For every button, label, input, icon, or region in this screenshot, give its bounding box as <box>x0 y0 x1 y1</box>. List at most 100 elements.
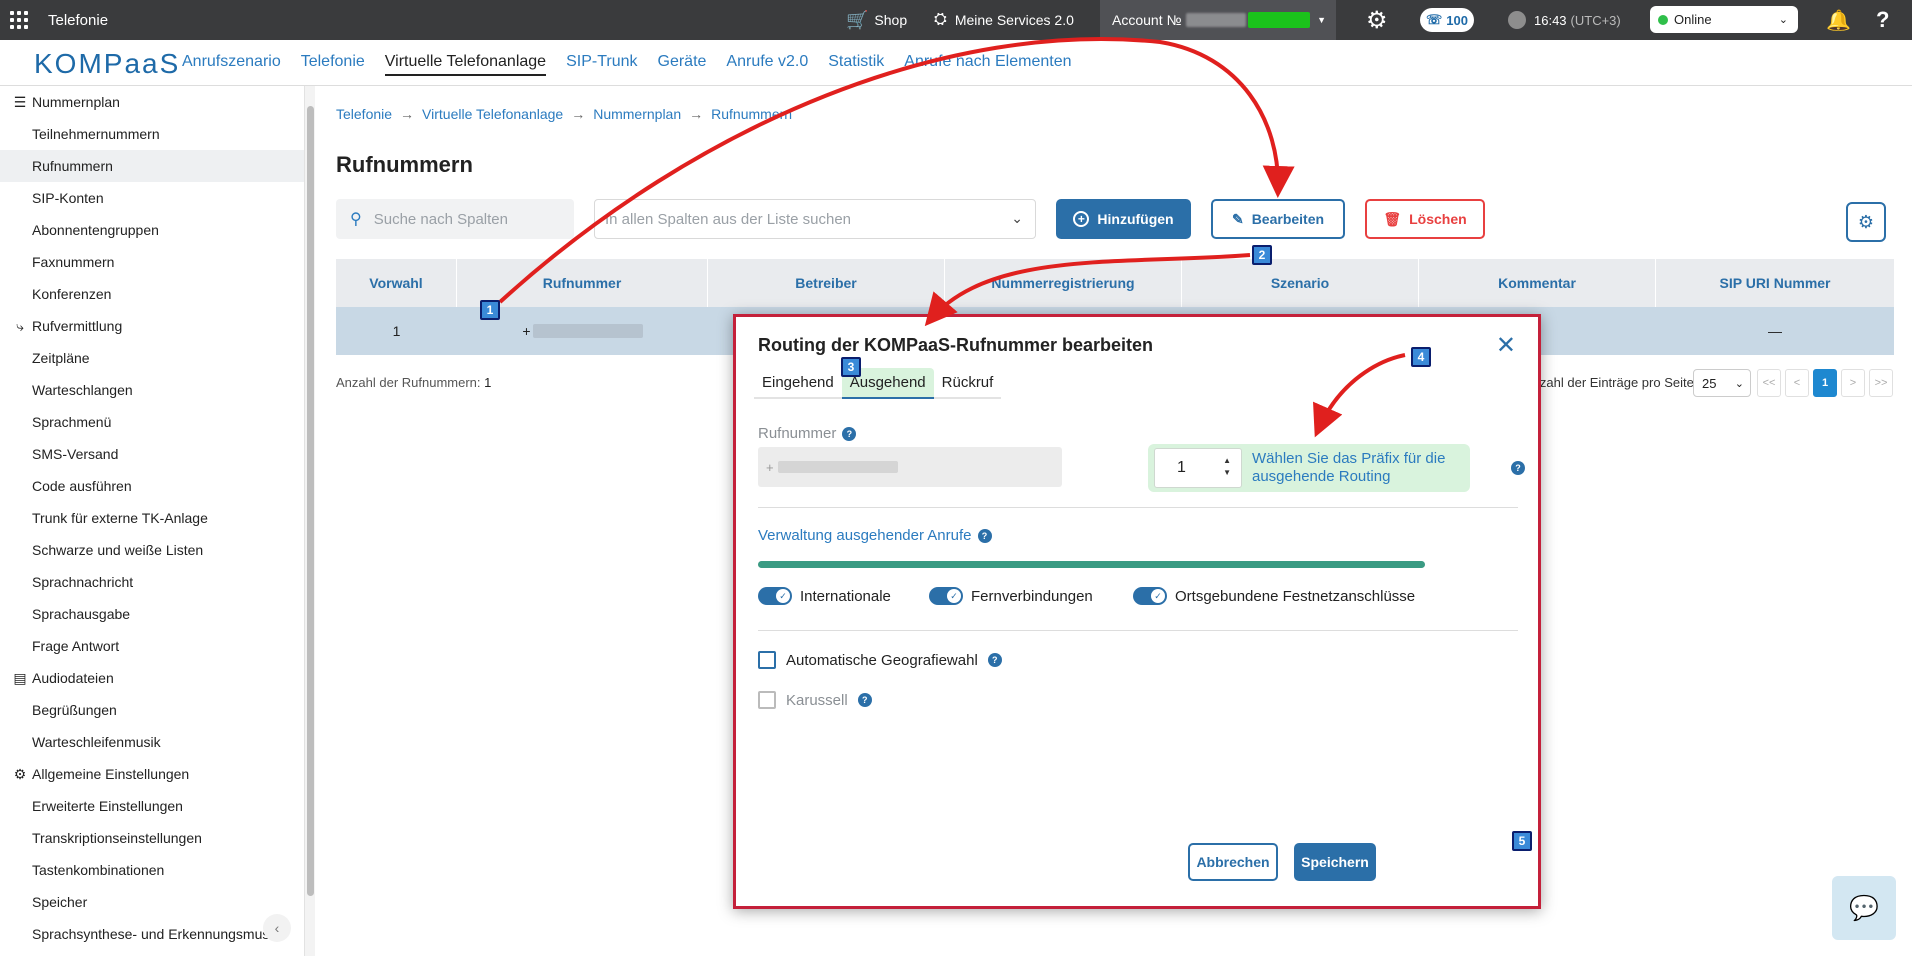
chat-support-icon[interactable]: 💬 <box>1832 876 1896 940</box>
sidebar-item-code-ausfuehren[interactable]: Code ausführen <box>0 470 304 502</box>
col-vorwahl[interactable]: Vorwahl <box>336 259 457 307</box>
nav-anrufe-v2[interactable]: Anrufe v2.0 <box>726 53 808 76</box>
per-page-select[interactable]: 25 ⌄ <box>1693 369 1751 397</box>
annotation-marker-1: 1 <box>480 300 500 320</box>
help-icon[interactable]: ? <box>977 528 992 543</box>
services-link[interactable]: ⛭ Meine Services 2.0 <box>934 0 1074 40</box>
stepper-arrows-icon[interactable]: ▲ ▼ <box>1223 455 1231 479</box>
checkbox[interactable] <box>758 651 776 669</box>
sidebar-item-teilnehmernummern[interactable]: Teilnehmernummern <box>0 118 304 150</box>
toggle-fernverbindungen[interactable]: Fernverbindungen <box>929 587 1093 605</box>
shop-link[interactable]: 🛒 Shop <box>846 0 907 40</box>
page-current[interactable]: 1 <box>1813 369 1837 397</box>
toggle-switch[interactable] <box>1133 587 1167 605</box>
check-karussell[interactable]: Karussell ? <box>758 691 872 709</box>
help-icon[interactable]: ? <box>987 653 1002 667</box>
trash-icon: 🗑 <box>1383 210 1402 227</box>
search-columns-input[interactable]: ⚲ Suche nach Spalten <box>336 199 574 239</box>
cancel-button[interactable]: Abbrechen <box>1188 843 1278 881</box>
help-icon[interactable]: ? <box>1511 461 1525 475</box>
toggle-switch[interactable] <box>929 587 963 605</box>
prefix-hint: Wählen Sie das Präfix für die ausgehende… <box>1252 450 1446 485</box>
toggle-internationale[interactable]: Internationale <box>758 587 891 605</box>
sidebar-item-sms-versand[interactable]: SMS-Versand <box>0 438 304 470</box>
page-prev[interactable]: < <box>1785 369 1809 397</box>
toggle-ortsgebunden[interactable]: Ortsgebundene Festnetzanschlüsse <box>1133 587 1415 605</box>
calls-badge[interactable]: ☏ 100 <box>1420 8 1474 32</box>
sidebar-item-listen[interactable]: Schwarze und weiße Listen <box>0 534 304 566</box>
nav-anrufe-nach-elementen[interactable]: Anrufe nach Elementen <box>904 53 1071 76</box>
table-settings-gear-icon[interactable]: ⚙ <box>1846 202 1886 242</box>
sidebar-section-allgemeine-einstellungen[interactable]: ⚙ Allgemeine Einstellungen <box>0 758 304 790</box>
tab-eingehend[interactable]: Eingehend <box>754 368 842 397</box>
help-icon[interactable]: ? <box>857 693 872 707</box>
sidebar-item-frage-antwort[interactable]: Frage Antwort <box>0 630 304 662</box>
sidebar-item-sprachsynthese[interactable]: Sprachsynthese- und Erkennungsmus <box>0 918 304 950</box>
phone-icon: ☏ <box>1426 12 1443 27</box>
add-button[interactable]: + Hinzufügen <box>1056 199 1191 239</box>
settings-gear-icon[interactable]: ⚙ <box>1366 0 1388 40</box>
sidebar-item-trunk[interactable]: Trunk für externe TK-Anlage <box>0 502 304 534</box>
page-next[interactable]: > <box>1841 369 1865 397</box>
tab-rueckruf[interactable]: Rückruf <box>934 368 1002 397</box>
chevron-down-icon: ⌄ <box>1734 377 1744 390</box>
nav-geraete[interactable]: Geräte <box>658 53 707 76</box>
edit-button[interactable]: ✎ Bearbeiten <box>1211 199 1345 239</box>
check-geografiewahl[interactable]: Automatische Geografiewahl ? <box>758 651 1002 669</box>
col-betreiber[interactable]: Betreiber <box>708 259 945 307</box>
sidebar-item-zeitplaene[interactable]: Zeitpläne <box>0 342 304 374</box>
sidebar-item-warteschlangen[interactable]: Warteschlangen <box>0 374 304 406</box>
checkbox[interactable] <box>758 691 776 709</box>
account-selector[interactable]: Account № ▼ <box>1100 0 1336 40</box>
user-avatar-icon[interactable] <box>1508 11 1526 29</box>
nav-anrufszenario[interactable]: Anrufszenario <box>182 53 281 76</box>
nav-statistik[interactable]: Statistik <box>828 53 884 76</box>
nav-sip-trunk[interactable]: SIP-Trunk <box>566 53 637 76</box>
breadcrumb-rufnummern[interactable]: Rufnummern <box>711 106 792 122</box>
sidebar-item-transkription[interactable]: Transkriptionseinstellungen <box>0 822 304 854</box>
sidebar-item-sprachnachricht[interactable]: Sprachnachricht <box>0 566 304 598</box>
col-kommentar[interactable]: Kommentar <box>1419 259 1656 307</box>
help-icon[interactable]: ? <box>842 426 857 441</box>
col-sip-uri[interactable]: SIP URI Nummer <box>1656 259 1894 307</box>
search-all-select[interactable]: In allen Spalten aus der Liste suchen ⌄ <box>594 199 1036 239</box>
delete-button[interactable]: 🗑 Löschen <box>1365 199 1485 239</box>
nav-telefonie[interactable]: Telefonie <box>301 53 365 76</box>
col-nummerregistrierung[interactable]: Nummerregistrierung <box>945 259 1182 307</box>
page-last[interactable]: >> <box>1869 369 1893 397</box>
sidebar-item-tastenkombinationen[interactable]: Tastenkombinationen <box>0 854 304 886</box>
sidebar-item-erweiterte-einstellungen[interactable]: Erweiterte Einstellungen <box>0 790 304 822</box>
breadcrumb-nummernplan[interactable]: Nummernplan <box>593 106 681 122</box>
close-icon[interactable]: ✕ <box>1496 331 1516 360</box>
sidebar-item-warteschleifenmusik[interactable]: Warteschleifenmusik <box>0 726 304 758</box>
nav-virtuelle-telefonanlage[interactable]: Virtuelle Telefonanlage <box>384 53 547 76</box>
notifications-bell-icon[interactable]: 🔔 <box>1826 0 1851 40</box>
services-icon: ⛭ <box>934 11 947 28</box>
sidebar-section-audiodateien[interactable]: ▤ Audiodateien <box>0 662 304 694</box>
apps-grid-icon[interactable] <box>10 11 28 29</box>
sidebar-item-sprachausgabe[interactable]: Sprachausgabe <box>0 598 304 630</box>
prefix-stepper[interactable]: 1 ▲ ▼ <box>1154 448 1242 488</box>
sidebar-item-konferenzen[interactable]: Konferenzen <box>0 278 304 310</box>
sidebar-scrollbar[interactable] <box>305 86 315 956</box>
sidebar-item-rufnummern[interactable]: Rufnummern <box>0 150 304 182</box>
breadcrumb-telefonie[interactable]: Telefonie <box>336 106 392 122</box>
col-szenario[interactable]: Szenario <box>1182 259 1419 307</box>
page-first[interactable]: << <box>1757 369 1781 397</box>
help-icon[interactable]: ? <box>1876 0 1889 40</box>
toggle-switch[interactable] <box>758 587 792 605</box>
sidebar-item-speicher[interactable]: Speicher <box>0 886 304 918</box>
sidebar-item-abonnentengruppen[interactable]: Abonnentengruppen <box>0 214 304 246</box>
sidebar-item-sprachmenue[interactable]: Sprachmenü <box>0 406 304 438</box>
save-button[interactable]: Speichern <box>1294 843 1376 881</box>
sidebar-section-rufvermittlung[interactable]: ⤷ Rufvermittlung <box>0 310 304 342</box>
sidebar-item-sip-konten[interactable]: SIP-Konten <box>0 182 304 214</box>
sidebar-collapse-chevron-icon[interactable]: ‹ <box>263 914 291 942</box>
status-select[interactable]: Online ⌄ <box>1650 6 1798 33</box>
sidebar-section-nummernplan[interactable]: ☰ Nummernplan <box>0 86 304 118</box>
masked-number <box>532 324 643 338</box>
sidebar-item-faxnummern[interactable]: Faxnummern <box>0 246 304 278</box>
sidebar-item-begruessungen[interactable]: Begrüßungen <box>0 694 304 726</box>
breadcrumb-virtuelle-telefonanlage[interactable]: Virtuelle Telefonanlage <box>422 106 563 122</box>
scrollbar-thumb[interactable] <box>307 106 314 896</box>
